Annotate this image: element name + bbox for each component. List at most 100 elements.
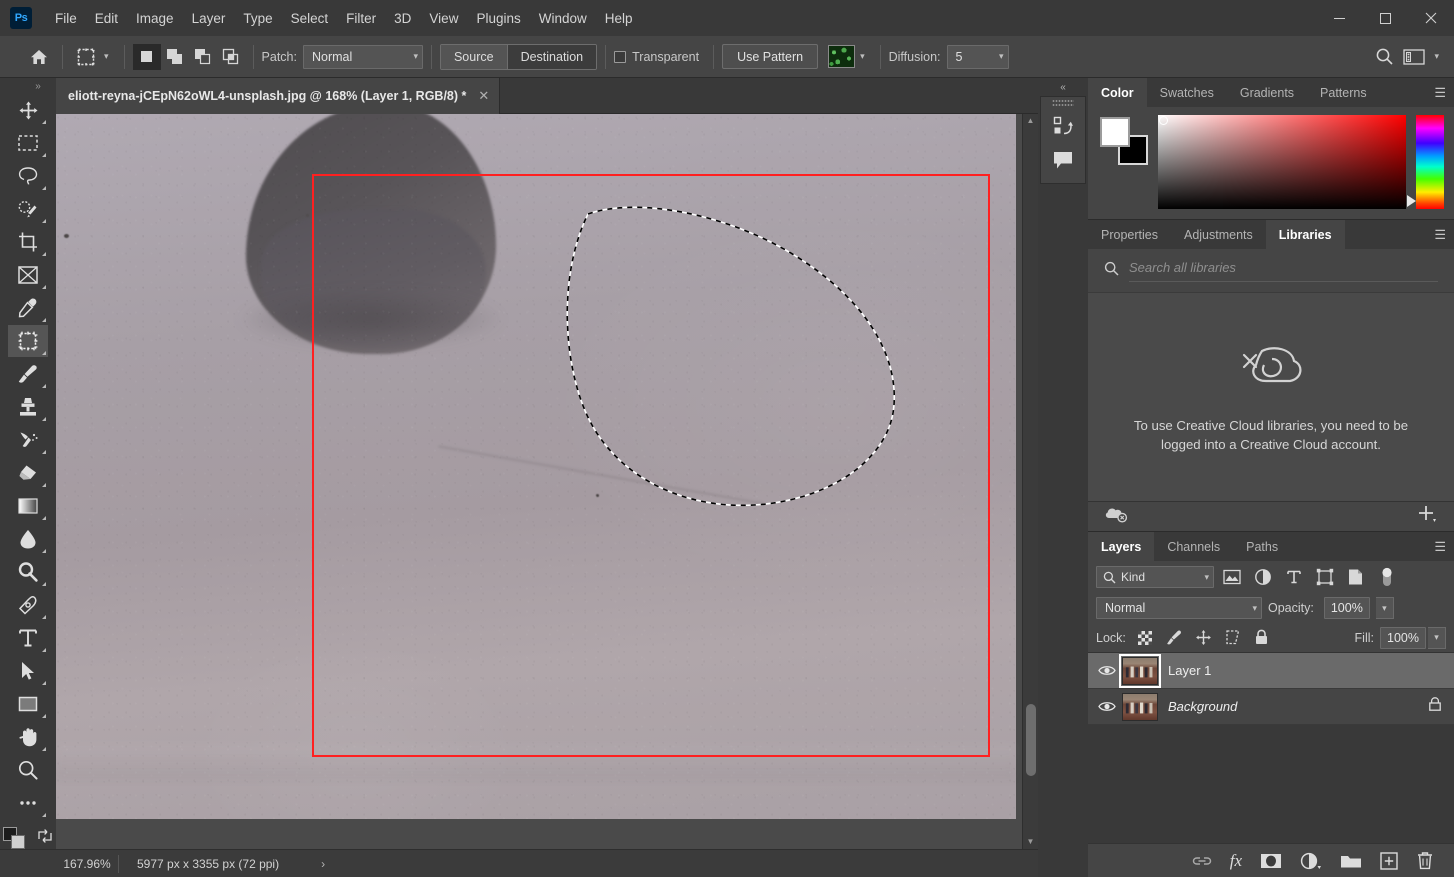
lock-transparent-pixels-icon[interactable]	[1132, 626, 1159, 650]
color-swatch-small[interactable]	[3, 827, 27, 849]
lock-all-icon[interactable]	[1428, 696, 1442, 717]
subtract-from-selection-button[interactable]	[189, 44, 217, 70]
link-layers-icon[interactable]	[1192, 854, 1212, 868]
hue-slider[interactable]	[1416, 115, 1444, 209]
maximize-button[interactable]	[1362, 0, 1408, 36]
tab-layers[interactable]: Layers	[1088, 532, 1154, 561]
tab-adjustments[interactable]: Adjustments	[1171, 220, 1266, 249]
use-pattern-button[interactable]: Use Pattern	[722, 44, 818, 69]
layer-visibility-icon[interactable]	[1092, 700, 1122, 713]
close-icon[interactable]: ✕	[478, 88, 489, 104]
canvas[interactable]	[56, 114, 1038, 849]
menu-select[interactable]: Select	[282, 5, 338, 32]
diffusion-select[interactable]: 5 ▾	[947, 45, 1009, 69]
brush-tool[interactable]	[8, 358, 48, 390]
layer-thumbnail[interactable]	[1122, 693, 1158, 721]
home-icon[interactable]	[24, 43, 54, 71]
tab-channels[interactable]: Channels	[1154, 532, 1233, 561]
layer-visibility-icon[interactable]	[1092, 664, 1122, 677]
scroll-up-icon[interactable]: ▲	[1023, 114, 1038, 128]
new-layer-icon[interactable]	[1380, 852, 1398, 870]
menu-plugins[interactable]: Plugins	[467, 5, 529, 32]
pixel-filter-icon[interactable]	[1218, 565, 1245, 589]
menu-3d[interactable]: 3D	[385, 5, 420, 32]
fill-value[interactable]: 100%	[1380, 627, 1426, 649]
rectangular-marquee-tool[interactable]	[8, 127, 48, 159]
libraries-search-row[interactable]: Search all libraries	[1088, 249, 1454, 293]
zoom-level[interactable]: 167.96%	[56, 857, 118, 871]
fill-stepper[interactable]: ▾	[1428, 627, 1446, 649]
crop-tool[interactable]	[8, 226, 48, 258]
layer-filter-kind-select[interactable]: Kind ▾	[1096, 566, 1214, 588]
patch-tool[interactable]	[8, 325, 48, 357]
type-tool[interactable]	[8, 622, 48, 654]
menu-window[interactable]: Window	[530, 5, 596, 32]
lock-position-icon[interactable]	[1190, 626, 1217, 650]
vertical-scroll-thumb[interactable]	[1026, 704, 1036, 776]
dodge-tool[interactable]	[8, 556, 48, 588]
patch-mode-select[interactable]: Normal ▾	[303, 45, 423, 69]
scroll-down-icon[interactable]: ▼	[1023, 835, 1038, 849]
path-selection-tool[interactable]	[8, 655, 48, 687]
mini-dock-grip[interactable]	[1041, 97, 1085, 109]
toolbar-grip[interactable]: »	[0, 78, 56, 94]
collapse-panels-button[interactable]: «	[1038, 78, 1088, 96]
tab-swatches[interactable]: Swatches	[1147, 78, 1227, 107]
zoom-tool[interactable]	[8, 754, 48, 786]
new-selection-button[interactable]	[133, 44, 161, 70]
edit-toolbar-tool[interactable]	[8, 787, 48, 819]
close-button[interactable]	[1408, 0, 1454, 36]
tab-paths[interactable]: Paths	[1233, 532, 1291, 561]
layer-row-background[interactable]: Background	[1088, 689, 1454, 725]
menu-view[interactable]: View	[420, 5, 467, 32]
pattern-picker[interactable]: ▾	[826, 43, 872, 71]
tab-libraries[interactable]: Libraries	[1266, 220, 1345, 249]
history-icon[interactable]	[1041, 109, 1085, 143]
type-filter-icon[interactable]	[1280, 565, 1307, 589]
delete-layer-icon[interactable]	[1416, 851, 1434, 870]
transparent-checkbox-wrap[interactable]: Transparent	[614, 50, 705, 64]
panel-menu-icon[interactable]: ☰	[1434, 540, 1446, 553]
gradient-tool[interactable]	[8, 490, 48, 522]
chevron-down-icon[interactable]: ▾	[99, 51, 114, 62]
tab-patterns[interactable]: Patterns	[1307, 78, 1380, 107]
pattern-swatch[interactable]	[828, 45, 855, 68]
minimize-button[interactable]	[1316, 0, 1362, 36]
tab-gradients[interactable]: Gradients	[1227, 78, 1307, 107]
menu-filter[interactable]: Filter	[337, 5, 385, 32]
object-selection-tool[interactable]	[8, 193, 48, 225]
lock-image-pixels-icon[interactable]	[1161, 626, 1188, 650]
menu-image[interactable]: Image	[127, 5, 183, 32]
color-field[interactable]	[1158, 115, 1406, 209]
tab-properties[interactable]: Properties	[1088, 220, 1171, 249]
foreground-color-swatch[interactable]	[1100, 117, 1130, 147]
intersect-with-selection-button[interactable]	[217, 44, 245, 70]
source-button[interactable]: Source	[441, 45, 508, 69]
layer-style-icon[interactable]: fx	[1230, 851, 1242, 871]
add-layer-mask-icon[interactable]	[1260, 853, 1282, 869]
new-fill-adjustment-icon[interactable]	[1300, 852, 1322, 870]
destination-button[interactable]: Destination	[508, 45, 597, 69]
add-to-selection-button[interactable]	[161, 44, 189, 70]
adjustment-filter-icon[interactable]	[1249, 565, 1276, 589]
document-tab[interactable]: eliott-reyna-jCEpN62oWL4-unsplash.jpg @ …	[56, 78, 500, 114]
swap-colors-icon[interactable]	[37, 828, 53, 849]
opacity-stepper[interactable]: ▾	[1376, 597, 1394, 619]
chevron-down-icon[interactable]: ▾	[855, 51, 870, 62]
clone-stamp-tool[interactable]	[8, 391, 48, 423]
status-expand-icon[interactable]: ›	[321, 857, 325, 871]
eraser-tool[interactable]	[8, 457, 48, 489]
new-group-icon[interactable]	[1340, 853, 1362, 869]
hand-tool[interactable]	[8, 721, 48, 753]
menu-edit[interactable]: Edit	[86, 5, 127, 32]
lock-all-icon[interactable]	[1248, 626, 1275, 650]
canvas-vertical-scrollbar[interactable]: ▲ ▼	[1022, 114, 1038, 849]
filter-toggle-icon[interactable]	[1373, 565, 1400, 589]
menu-type[interactable]: Type	[234, 5, 281, 32]
frame-tool[interactable]	[8, 259, 48, 291]
tool-preset-picker[interactable]: ▾	[71, 43, 116, 71]
panel-menu-icon[interactable]: ☰	[1434, 86, 1446, 99]
tab-color[interactable]: Color	[1088, 78, 1147, 107]
cloud-offline-icon[interactable]	[1104, 505, 1128, 528]
chevron-down-icon[interactable]: ▾	[1429, 51, 1444, 62]
